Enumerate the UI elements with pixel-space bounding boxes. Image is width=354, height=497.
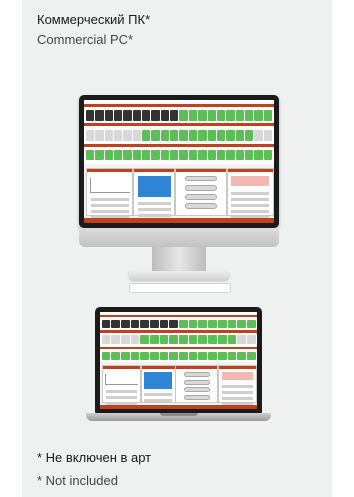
screen-header-strip — [100, 314, 257, 318]
title-russian: Коммерческий ПК* — [37, 12, 151, 27]
channel-row-3 — [101, 351, 256, 360]
footnote-english: * Not included — [37, 473, 118, 488]
monitor-chin — [79, 228, 279, 247]
keyboard — [129, 283, 231, 293]
channel-row-3 — [85, 150, 273, 161]
laptop-opening-notch — [160, 413, 198, 416]
screen-divider-strip — [100, 346, 257, 350]
channel-row-2 — [101, 335, 256, 344]
monitor-stand-base — [129, 271, 229, 280]
monitor-stand-neck — [152, 247, 206, 272]
screen-pane-graph — [140, 365, 176, 404]
screen-footer-bar — [84, 218, 274, 223]
screen-divider-strip — [84, 123, 274, 127]
screen-divider-strip — [100, 330, 257, 333]
channel-row-1 — [85, 109, 273, 121]
screen-header-strip — [84, 103, 274, 107]
screen-pane-list — [101, 365, 142, 406]
screen-pane-graph — [133, 167, 176, 217]
channel-row-2 — [85, 129, 273, 141]
screen-pane-controls — [175, 365, 219, 404]
channel-row-1 — [101, 319, 256, 329]
laptop-screen — [100, 312, 257, 409]
title-english: Commercial PC* — [37, 32, 134, 47]
screen-pane-settings — [226, 167, 274, 219]
desktop-monitor-screen — [84, 100, 274, 223]
screen-pane-settings — [217, 365, 257, 407]
screen-pane-controls — [175, 167, 227, 216]
screen-footer-bar — [100, 405, 257, 409]
screen-pane-list — [85, 167, 134, 220]
footnote-russian: * Не включен в арт — [37, 450, 152, 465]
screen-divider-strip — [84, 144, 274, 148]
